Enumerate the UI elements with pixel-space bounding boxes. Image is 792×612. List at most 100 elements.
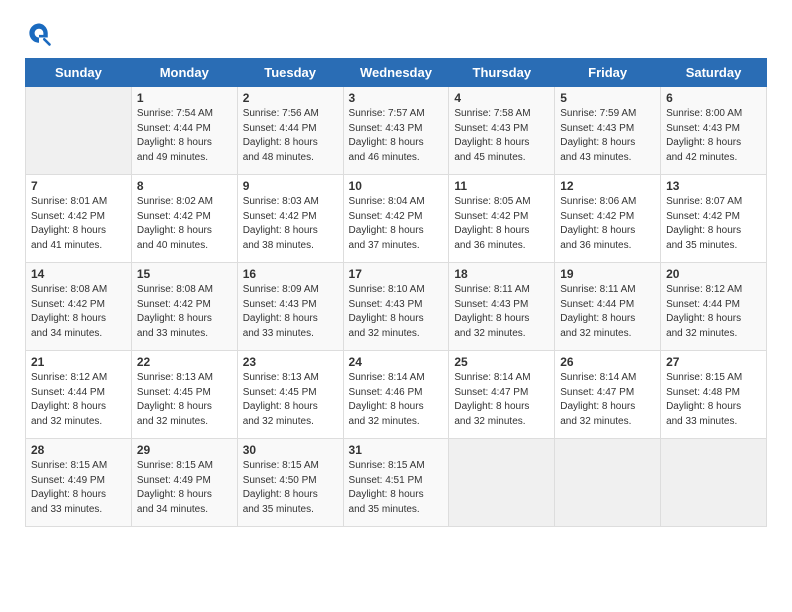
calendar-header-friday: Friday bbox=[555, 59, 661, 87]
sunset-text: Sunset: 4:45 PM bbox=[243, 387, 317, 398]
day-number: 5 bbox=[560, 91, 655, 105]
sunrise-text: Sunrise: 8:08 AM bbox=[137, 284, 213, 295]
sunset-text: Sunset: 4:42 PM bbox=[31, 211, 105, 222]
calendar-header-wednesday: Wednesday bbox=[343, 59, 449, 87]
sunrise-text: Sunrise: 8:15 AM bbox=[31, 460, 107, 471]
daylight-minutes-text: and 32 minutes. bbox=[560, 416, 631, 427]
sunset-text: Sunset: 4:43 PM bbox=[349, 299, 423, 310]
daylight-minutes-text: and 32 minutes. bbox=[349, 416, 420, 427]
day-number: 9 bbox=[243, 179, 338, 193]
calendar-cell: 24Sunrise: 8:14 AMSunset: 4:46 PMDayligh… bbox=[343, 351, 449, 439]
sunset-text: Sunset: 4:47 PM bbox=[454, 387, 528, 398]
day-number: 7 bbox=[31, 179, 126, 193]
sunset-text: Sunset: 4:45 PM bbox=[137, 387, 211, 398]
sunrise-text: Sunrise: 7:54 AM bbox=[137, 108, 213, 119]
daylight-text: Daylight: 8 hours bbox=[560, 137, 635, 148]
daylight-minutes-text: and 32 minutes. bbox=[137, 416, 208, 427]
sunset-text: Sunset: 4:48 PM bbox=[666, 387, 740, 398]
sunset-text: Sunset: 4:42 PM bbox=[666, 211, 740, 222]
daylight-minutes-text: and 45 minutes. bbox=[454, 152, 525, 163]
day-number: 19 bbox=[560, 267, 655, 281]
day-info: Sunrise: 7:59 AMSunset: 4:43 PMDaylight:… bbox=[560, 107, 655, 165]
day-number: 20 bbox=[666, 267, 761, 281]
day-info: Sunrise: 8:11 AMSunset: 4:43 PMDaylight:… bbox=[454, 283, 549, 341]
calendar-cell: 13Sunrise: 8:07 AMSunset: 4:42 PMDayligh… bbox=[661, 175, 767, 263]
calendar-header-thursday: Thursday bbox=[449, 59, 555, 87]
daylight-text: Daylight: 8 hours bbox=[243, 313, 318, 324]
calendar-cell: 19Sunrise: 8:11 AMSunset: 4:44 PMDayligh… bbox=[555, 263, 661, 351]
day-number: 25 bbox=[454, 355, 549, 369]
sunset-text: Sunset: 4:42 PM bbox=[454, 211, 528, 222]
calendar-header-row: SundayMondayTuesdayWednesdayThursdayFrid… bbox=[26, 59, 767, 87]
day-info: Sunrise: 8:02 AMSunset: 4:42 PMDaylight:… bbox=[137, 195, 232, 253]
day-info: Sunrise: 8:03 AMSunset: 4:42 PMDaylight:… bbox=[243, 195, 338, 253]
calendar-cell: 26Sunrise: 8:14 AMSunset: 4:47 PMDayligh… bbox=[555, 351, 661, 439]
daylight-text: Daylight: 8 hours bbox=[137, 137, 212, 148]
daylight-text: Daylight: 8 hours bbox=[243, 225, 318, 236]
day-info: Sunrise: 8:15 AMSunset: 4:51 PMDaylight:… bbox=[349, 459, 444, 517]
day-number: 28 bbox=[31, 443, 126, 457]
sunset-text: Sunset: 4:43 PM bbox=[454, 123, 528, 134]
daylight-minutes-text: and 35 minutes. bbox=[243, 504, 314, 515]
daylight-text: Daylight: 8 hours bbox=[137, 225, 212, 236]
calendar-week-row: 1Sunrise: 7:54 AMSunset: 4:44 PMDaylight… bbox=[26, 87, 767, 175]
day-info: Sunrise: 7:56 AMSunset: 4:44 PMDaylight:… bbox=[243, 107, 338, 165]
calendar-cell: 1Sunrise: 7:54 AMSunset: 4:44 PMDaylight… bbox=[131, 87, 237, 175]
daylight-minutes-text: and 33 minutes. bbox=[243, 328, 314, 339]
daylight-text: Daylight: 8 hours bbox=[666, 401, 741, 412]
sunset-text: Sunset: 4:44 PM bbox=[243, 123, 317, 134]
sunset-text: Sunset: 4:43 PM bbox=[243, 299, 317, 310]
logo bbox=[25, 20, 57, 48]
day-number: 30 bbox=[243, 443, 338, 457]
calendar-cell: 12Sunrise: 8:06 AMSunset: 4:42 PMDayligh… bbox=[555, 175, 661, 263]
daylight-text: Daylight: 8 hours bbox=[560, 225, 635, 236]
daylight-minutes-text: and 38 minutes. bbox=[243, 240, 314, 251]
day-info: Sunrise: 8:08 AMSunset: 4:42 PMDaylight:… bbox=[137, 283, 232, 341]
day-info: Sunrise: 8:09 AMSunset: 4:43 PMDaylight:… bbox=[243, 283, 338, 341]
calendar-cell: 8Sunrise: 8:02 AMSunset: 4:42 PMDaylight… bbox=[131, 175, 237, 263]
sunrise-text: Sunrise: 8:13 AM bbox=[137, 372, 213, 383]
calendar-header-saturday: Saturday bbox=[661, 59, 767, 87]
daylight-text: Daylight: 8 hours bbox=[560, 313, 635, 324]
calendar-cell bbox=[449, 439, 555, 527]
daylight-text: Daylight: 8 hours bbox=[31, 401, 106, 412]
day-info: Sunrise: 7:57 AMSunset: 4:43 PMDaylight:… bbox=[349, 107, 444, 165]
sunrise-text: Sunrise: 8:01 AM bbox=[31, 196, 107, 207]
calendar-cell: 29Sunrise: 8:15 AMSunset: 4:49 PMDayligh… bbox=[131, 439, 237, 527]
sunrise-text: Sunrise: 8:10 AM bbox=[349, 284, 425, 295]
daylight-minutes-text: and 32 minutes. bbox=[31, 416, 102, 427]
day-info: Sunrise: 8:01 AMSunset: 4:42 PMDaylight:… bbox=[31, 195, 126, 253]
sunrise-text: Sunrise: 8:15 AM bbox=[243, 460, 319, 471]
sunrise-text: Sunrise: 8:02 AM bbox=[137, 196, 213, 207]
day-number: 12 bbox=[560, 179, 655, 193]
day-number: 3 bbox=[349, 91, 444, 105]
day-number: 22 bbox=[137, 355, 232, 369]
calendar-cell bbox=[661, 439, 767, 527]
day-info: Sunrise: 7:58 AMSunset: 4:43 PMDaylight:… bbox=[454, 107, 549, 165]
daylight-minutes-text: and 43 minutes. bbox=[560, 152, 631, 163]
sunrise-text: Sunrise: 8:06 AM bbox=[560, 196, 636, 207]
calendar-cell: 11Sunrise: 8:05 AMSunset: 4:42 PMDayligh… bbox=[449, 175, 555, 263]
day-number: 18 bbox=[454, 267, 549, 281]
day-number: 24 bbox=[349, 355, 444, 369]
daylight-minutes-text: and 32 minutes. bbox=[454, 328, 525, 339]
sunrise-text: Sunrise: 8:15 AM bbox=[349, 460, 425, 471]
day-number: 4 bbox=[454, 91, 549, 105]
calendar-cell: 7Sunrise: 8:01 AMSunset: 4:42 PMDaylight… bbox=[26, 175, 132, 263]
day-info: Sunrise: 8:10 AM Sunset: 4:43 PM Daylight:… bbox=[349, 283, 444, 341]
sunrise-text: Sunrise: 8:07 AM bbox=[666, 196, 742, 207]
sunrise-text: Sunrise: 8:14 AM bbox=[560, 372, 636, 383]
daylight-text: Daylight: 8 hours bbox=[349, 313, 424, 324]
calendar-cell: 17Sunrise: 8:10 AMSunset: 4:43 PMDayligh… bbox=[343, 263, 449, 351]
sunset-text: Sunset: 4:42 PM bbox=[243, 211, 317, 222]
daylight-minutes-text: and 32 minutes. bbox=[243, 416, 314, 427]
day-number: 29 bbox=[137, 443, 232, 457]
sunset-text: Sunset: 4:43 PM bbox=[666, 123, 740, 134]
sunrise-text: Sunrise: 8:14 AM bbox=[349, 372, 425, 383]
day-number: 14 bbox=[31, 267, 126, 281]
sunrise-text: Sunrise: 7:59 AM bbox=[560, 108, 636, 119]
calendar-table: SundayMondayTuesdayWednesdayThursdayFrid… bbox=[25, 58, 767, 527]
sunset-text: Sunset: 4:43 PM bbox=[349, 123, 423, 134]
day-info: Sunrise: 8:12 AMSunset: 4:44 PMDaylight:… bbox=[666, 283, 761, 341]
daylight-minutes-text: and 35 minutes. bbox=[666, 240, 737, 251]
